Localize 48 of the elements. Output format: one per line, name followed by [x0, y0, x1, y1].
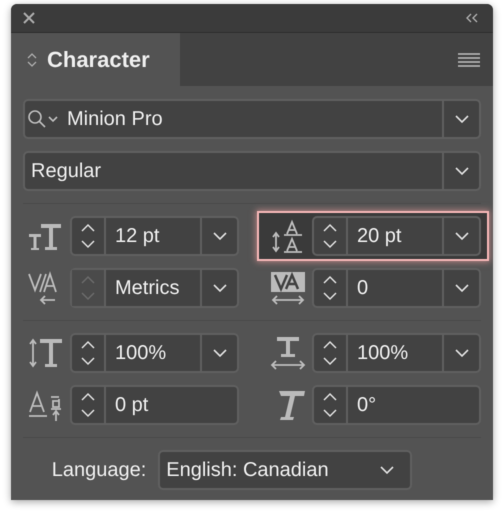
value-text: 100%: [114, 340, 168, 366]
value-combo-box[interactable]: 20 pt: [312, 216, 481, 256]
chevron-icon: [212, 349, 226, 357]
up-down-arrows-icon: [81, 223, 95, 249]
chevron-icon: [454, 349, 468, 357]
chevron-icon: [454, 115, 468, 123]
panel-tab[interactable]: Character: [11, 33, 180, 86]
language-label: Language:: [52, 458, 146, 482]
value-field[interactable]: 0 pt: [70, 385, 239, 425]
up-down-arrows-icon: [323, 223, 337, 249]
value-text: Metrics: [114, 276, 180, 300]
chevron-icon: [454, 284, 468, 292]
tracking-icon: [269, 270, 307, 306]
close-icon[interactable]: [22, 11, 36, 25]
up-down-arrows-icon: [323, 340, 337, 366]
up-down-arrows-icon: [81, 275, 95, 301]
horizontal-scale-icon: [269, 335, 307, 371]
up-down-arrows-icon: [323, 392, 337, 418]
chevron-icon: [454, 167, 468, 175]
menu-icon[interactable]: [458, 52, 480, 66]
chevron-icon: [212, 284, 226, 292]
value-combo-box[interactable]: Metrics: [70, 268, 239, 308]
value-combo-box[interactable]: 0: [312, 268, 481, 308]
value-text: 0 pt: [114, 392, 150, 418]
up-down-arrows-icon: [323, 275, 337, 301]
value-field[interactable]: 0°: [312, 385, 481, 425]
collapse-icon[interactable]: [465, 13, 479, 23]
tab-label: Character: [47, 46, 150, 72]
value-text: 20 pt: [356, 224, 402, 248]
chevron-icon: [454, 232, 468, 240]
value-combo-box[interactable]: 100%: [70, 333, 239, 373]
up-down-arrows-icon: [81, 392, 95, 418]
value-text: 12 pt: [114, 224, 160, 248]
language-value: English: Canadian: [166, 458, 329, 482]
font-family-dropdown[interactable]: Minion Pro: [23, 99, 481, 139]
expand-collapse-icon[interactable]: [27, 52, 37, 68]
font-family-value: Minion Pro: [66, 108, 164, 130]
font-style-value: Regular: [30, 160, 102, 182]
value-text: 100%: [356, 340, 410, 366]
up-down-arrows-icon: [81, 340, 95, 366]
value-combo-box[interactable]: 12 pt: [70, 216, 239, 256]
value-combo-box[interactable]: 100%: [312, 333, 481, 373]
font-style-dropdown[interactable]: Regular: [23, 151, 481, 191]
value-text: 0: [356, 276, 370, 300]
language-dropdown[interactable]: English: Canadian: [158, 450, 412, 490]
chevron-icon: [380, 466, 394, 474]
value-text: 0°: [356, 392, 378, 418]
chevron-icon: [212, 232, 226, 240]
